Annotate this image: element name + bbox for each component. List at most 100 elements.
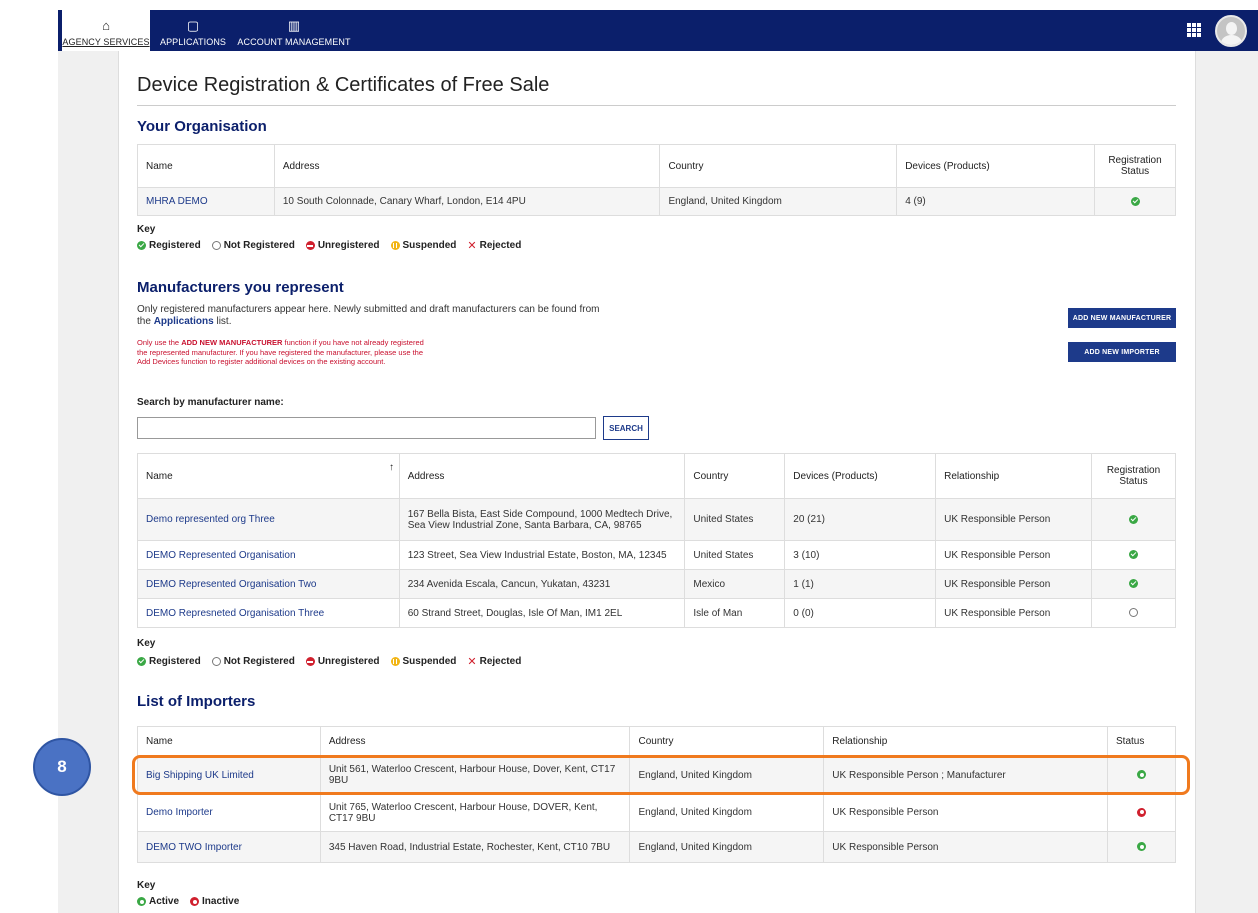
- your-organisation-heading: Your Organisation: [137, 118, 267, 135]
- registration-key: Registered Not Registered Unregistered S…: [137, 239, 521, 252]
- column-header: Address: [273, 144, 661, 188]
- key-rejected-label: Rejected: [479, 240, 522, 251]
- table-row: DEMO Represented Organisation 123 Street…: [137, 540, 1176, 570]
- country-cell: Isle of Man: [684, 598, 786, 628]
- relationship-cell: UK Responsible Person: [935, 540, 1092, 570]
- relationship-cell: UK Responsible Person: [935, 569, 1092, 599]
- rejected-icon: ✕: [467, 656, 477, 668]
- manufacturer-name-link[interactable]: DEMO Represented Organisation: [146, 550, 296, 561]
- organisation-name-link[interactable]: MHRA DEMO: [146, 196, 208, 207]
- table-row: DEMO Represented Organisation Two 234 Av…: [137, 569, 1176, 599]
- not-registered-icon: [211, 657, 221, 666]
- column-header: Devices (Products): [896, 144, 1095, 188]
- registered-icon: [137, 241, 146, 250]
- country-cell: England, United Kingdom: [629, 793, 825, 832]
- table-row: Demo represented org Three 167 Bella Bis…: [137, 498, 1176, 541]
- column-header: Devices (Products): [784, 453, 937, 499]
- unregistered-icon: [305, 241, 315, 250]
- column-header: Address: [319, 726, 631, 757]
- search-button[interactable]: SEARCH: [603, 416, 649, 440]
- key-title: Key: [137, 224, 156, 235]
- manufacturer-search-input[interactable]: [137, 417, 596, 439]
- relationship-cell: UK Responsible Person: [935, 598, 1092, 628]
- devices-cell: 3 (10): [784, 540, 937, 570]
- grid-icon[interactable]: [1187, 23, 1201, 37]
- importer-name-link[interactable]: Demo Importer: [146, 807, 213, 818]
- importer-status-key: Active Inactive: [137, 896, 239, 907]
- key-suspended-label: Suspended: [402, 656, 457, 667]
- column-header: Country: [629, 726, 825, 757]
- key-title: Key: [137, 638, 156, 649]
- home-icon: ⌂: [102, 18, 110, 33]
- manufacturers-heading: Manufacturers you represent: [137, 279, 344, 296]
- nav-account-management[interactable]: ▥ ACCOUNT MANAGEMENT: [234, 10, 354, 51]
- title-divider: [137, 105, 1176, 106]
- address-cell: 10 South Colonnade, Canary Wharf, London…: [273, 187, 661, 216]
- relationship-cell: UK Responsible Person: [823, 793, 1109, 832]
- country-cell: England, United Kingdom: [629, 831, 825, 863]
- importer-name-link[interactable]: DEMO TWO Importer: [146, 842, 242, 853]
- column-header: Country: [659, 144, 898, 188]
- relationship-cell: UK Responsible Person: [823, 831, 1109, 863]
- active-icon: [137, 897, 146, 906]
- column-header: Relationship: [935, 453, 1092, 499]
- rejected-icon: ✕: [467, 240, 477, 252]
- table-row: Demo Importer Unit 765, Waterloo Crescen…: [137, 793, 1176, 832]
- country-cell: England, United Kingdom: [659, 187, 898, 216]
- country-cell: United States: [684, 498, 786, 541]
- manufacturer-name-link[interactable]: DEMO Represneted Organisation Three: [146, 608, 324, 619]
- inactive-status-icon: [1137, 807, 1146, 817]
- devices-cell: 0 (0): [784, 598, 937, 628]
- address-cell: 234 Avenida Escala, Cancun, Yukatan, 432…: [398, 569, 686, 599]
- highlight-box: [132, 755, 1190, 795]
- registered-status-icon: [1129, 514, 1138, 524]
- country-cell: Mexico: [684, 569, 786, 599]
- registered-status-icon: [1129, 579, 1138, 589]
- add-new-importer-button[interactable]: ADD NEW IMPORTER: [1068, 342, 1176, 362]
- page-title: Device Registration & Certificates of Fr…: [137, 74, 550, 96]
- key-active-label: Active: [149, 896, 180, 907]
- importers-heading: List of Importers: [137, 693, 256, 710]
- devices-cell: 1 (1): [784, 569, 937, 599]
- column-header: Name: [137, 726, 321, 757]
- table-header-row: Name Address Country Relationship Status: [137, 726, 1176, 757]
- search-label: Search by manufacturer name:: [137, 397, 284, 408]
- key-unregistered-label: Unregistered: [317, 240, 380, 251]
- address-cell: 345 Haven Road, Industrial Estate, Roche…: [319, 831, 631, 863]
- manufacturer-name-link[interactable]: DEMO Represented Organisation Two: [146, 579, 316, 590]
- applications-link[interactable]: Applications: [154, 316, 214, 327]
- not-registered-status-icon: [1129, 608, 1138, 618]
- table-header-row: Name Address Country Devices (Products) …: [137, 453, 1176, 499]
- manufacturers-description: Only registered manufacturers appear her…: [137, 304, 600, 327]
- active-status-icon: [1137, 842, 1146, 852]
- add-new-manufacturer-button[interactable]: ADD NEW MANUFACTURER: [1068, 308, 1176, 328]
- nav-agency-services[interactable]: ⌂ AGENCY SERVICES: [62, 10, 150, 51]
- inactive-icon: [190, 897, 200, 906]
- suspended-icon: [390, 241, 400, 250]
- column-header-name-sortable[interactable]: Name: [137, 453, 400, 499]
- column-header: Name: [137, 144, 275, 188]
- your-organisation-table: Name Address Country Devices (Products) …: [137, 144, 1176, 216]
- key-suspended-label: Suspended: [402, 240, 457, 251]
- nav-applications[interactable]: ▢ APPLICATIONS: [152, 10, 234, 51]
- manufacturers-table: Name Address Country Devices (Products) …: [137, 453, 1176, 628]
- step-number-badge: 8: [33, 738, 91, 796]
- devices-cell: 20 (21): [784, 498, 937, 541]
- suspended-icon: [390, 657, 400, 666]
- key-not-registered-label: Not Registered: [223, 240, 295, 251]
- table-row: DEMO Represneted Organisation Three 60 S…: [137, 598, 1176, 628]
- top-navigation-bar: ⌂ AGENCY SERVICES ▢ APPLICATIONS ▥ ACCOU…: [58, 10, 1258, 51]
- devices-cell: 4 (9): [896, 187, 1095, 216]
- user-avatar-icon[interactable]: [1215, 15, 1247, 47]
- document-icon: ▢: [186, 18, 200, 33]
- unregistered-icon: [305, 657, 315, 666]
- registration-key: Registered Not Registered Unregistered S…: [137, 655, 521, 668]
- column-header: Registration Status: [1091, 453, 1176, 499]
- address-cell: 60 Strand Street, Douglas, Isle Of Man, …: [398, 598, 686, 628]
- country-cell: United States: [684, 540, 786, 570]
- key-registered-label: Registered: [149, 240, 201, 251]
- column-header: Address: [398, 453, 686, 499]
- key-not-registered-label: Not Registered: [223, 656, 295, 667]
- manufacturer-name-link[interactable]: Demo represented org Three: [146, 514, 275, 525]
- sort-arrow-icon[interactable]: ↑: [389, 462, 394, 473]
